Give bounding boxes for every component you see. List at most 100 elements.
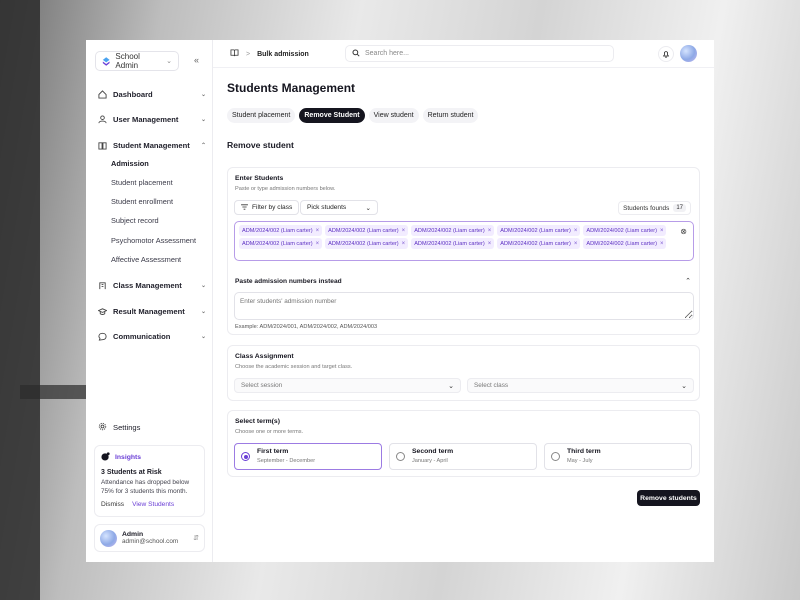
admission-numbers-input[interactable] bbox=[234, 292, 694, 320]
term-name: Second term bbox=[412, 448, 454, 455]
tab-student-placement[interactable]: Student placement bbox=[227, 108, 296, 123]
class-select[interactable]: Select class ⌄ bbox=[467, 378, 694, 393]
clear-all-icon[interactable]: ⊗ bbox=[680, 227, 687, 236]
nav-dashboard[interactable]: Dashboard ⌄ bbox=[98, 86, 206, 102]
remove-chip-icon[interactable]: × bbox=[488, 228, 492, 234]
main-content: > Bulk admission Search here... Students… bbox=[213, 40, 714, 562]
chevron-up-icon[interactable]: ⌃ bbox=[685, 277, 691, 285]
student-chip[interactable]: ADM/2024/002 (Liam carter) × bbox=[411, 225, 495, 236]
insight-title: 3 Students at Risk bbox=[101, 469, 162, 476]
student-chip[interactable]: ADM/2024/002 (Liam carter) × bbox=[239, 238, 323, 249]
sub-subject-record[interactable]: Subject record bbox=[111, 214, 159, 226]
chip-label: ADM/2024/002 (Liam carter) bbox=[328, 227, 399, 234]
radio-button[interactable] bbox=[396, 452, 405, 461]
nav-communication[interactable]: Communication ⌄ bbox=[98, 328, 206, 344]
remove-chip-icon[interactable]: × bbox=[488, 241, 492, 247]
collapse-sidebar-icon[interactable]: « bbox=[194, 55, 199, 65]
tab-return-student[interactable]: Return student bbox=[422, 108, 479, 123]
remove-students-button[interactable]: Remove students bbox=[637, 490, 700, 506]
background-shadow bbox=[0, 0, 40, 600]
student-chip[interactable]: ADM/2024/002 (Liam carter) × bbox=[411, 238, 495, 249]
nav-label: User Management bbox=[113, 114, 179, 124]
remove-chip-icon[interactable]: × bbox=[574, 241, 578, 247]
sub-student-enrollment[interactable]: Student enrollment bbox=[111, 195, 173, 207]
chip-label: ADM/2024/002 (Liam carter) bbox=[414, 240, 485, 247]
user-menu[interactable]: Admin admin@school.com ⇵ bbox=[94, 524, 205, 552]
book-open-icon[interactable] bbox=[230, 49, 239, 59]
student-chip[interactable]: ADM/2024/002 (Liam carter) × bbox=[583, 225, 667, 236]
student-chip[interactable]: ADM/2024/002 (Liam carter) × bbox=[325, 225, 409, 236]
view-students-link[interactable]: View Students bbox=[132, 501, 174, 508]
search-bar[interactable]: Search here... bbox=[345, 45, 614, 62]
students-chip-input[interactable]: ADM/2024/002 (Liam carter) × ADM/2024/002 … bbox=[234, 221, 694, 261]
tab-view-student[interactable]: View student bbox=[368, 108, 419, 123]
breadcrumb-current[interactable]: Bulk admission bbox=[257, 51, 309, 58]
term-option-first[interactable]: First term September - December bbox=[234, 443, 382, 470]
chevron-down-icon: ⌄ bbox=[200, 333, 206, 340]
section-title: Remove student bbox=[227, 140, 294, 150]
nav-class-management[interactable]: Class Management ⌄ bbox=[98, 277, 206, 293]
chevron-right-icon: > bbox=[246, 50, 251, 58]
app-window: School Admin ⌄ « Dashboard ⌄ User Manage… bbox=[86, 40, 714, 562]
dismiss-link[interactable]: Dismiss bbox=[101, 501, 124, 508]
card-title: Select term(s) bbox=[235, 418, 280, 425]
tab-remove-student[interactable]: Remove Student bbox=[299, 108, 365, 123]
session-select[interactable]: Select session ⌄ bbox=[234, 378, 461, 393]
chevron-down-icon: ⌄ bbox=[681, 382, 687, 390]
chip-label: ADM/2024/002 (Liam carter) bbox=[242, 240, 313, 247]
pick-students-select[interactable]: Pick students ⌄ bbox=[300, 200, 378, 215]
chevron-down-icon: ⌄ bbox=[200, 282, 206, 289]
select-terms-card: Select term(s) Choose one or more terms.… bbox=[227, 410, 700, 477]
topbar: > Bulk admission Search here... bbox=[213, 40, 714, 68]
sub-affective-assessment[interactable]: Affective Assessment bbox=[111, 253, 181, 265]
student-chip[interactable]: ADM/2024/002 (Liam carter) × bbox=[239, 225, 323, 236]
settings-label: Settings bbox=[113, 423, 141, 432]
sub-student-placement[interactable]: Student placement bbox=[111, 176, 173, 188]
insight-description: Attendance has dropped below 75% for 3 s… bbox=[101, 479, 190, 495]
breadcrumb: > Bulk admission bbox=[230, 49, 309, 59]
pick-label: Pick students bbox=[307, 204, 347, 211]
card-title: Class Assignment bbox=[235, 353, 294, 360]
page-title: Students Management bbox=[227, 81, 356, 95]
user-email: admin@school.com bbox=[122, 538, 179, 545]
students-found-badge: Students founds 17 bbox=[618, 201, 691, 215]
student-chip[interactable]: ADM/2024/002 (Liam carter) × bbox=[497, 238, 581, 249]
term-dates: May - July bbox=[567, 458, 593, 464]
remove-chip-icon[interactable]: × bbox=[402, 241, 406, 247]
radio-button[interactable] bbox=[241, 452, 250, 461]
tab-bar: Student placement Remove Student View st… bbox=[227, 108, 479, 123]
profile-avatar[interactable] bbox=[680, 45, 697, 62]
term-dates: September - December bbox=[257, 458, 316, 464]
chevron-down-icon: ⌄ bbox=[448, 382, 454, 390]
search-input[interactable]: Search here... bbox=[365, 50, 409, 57]
student-chip[interactable]: ADM/2024/002 (Liam carter) × bbox=[497, 225, 581, 236]
remove-chip-icon[interactable]: × bbox=[574, 228, 578, 234]
sub-admission[interactable]: Admission bbox=[111, 157, 149, 169]
book-icon bbox=[98, 141, 107, 150]
nav-student-management[interactable]: Student Management ⌃ bbox=[98, 137, 206, 153]
term-name: Third term bbox=[567, 448, 601, 455]
filter-by-class-button[interactable]: Filter by class bbox=[234, 200, 300, 215]
term-option-third[interactable]: Third term May - July bbox=[544, 443, 692, 470]
org-switcher[interactable]: School Admin ⌄ bbox=[95, 51, 179, 71]
remove-chip-icon[interactable]: × bbox=[660, 241, 664, 247]
chevron-down-icon: ⌄ bbox=[166, 58, 172, 65]
remove-chip-icon[interactable]: × bbox=[660, 228, 664, 234]
chip-label: ADM/2024/002 (Liam carter) bbox=[414, 227, 485, 234]
student-chip[interactable]: ADM/2024/002 (Liam carter) × bbox=[325, 238, 409, 249]
nav-result-management[interactable]: Result Management ⌄ bbox=[98, 303, 206, 319]
term-option-second[interactable]: Second term January - April bbox=[389, 443, 537, 470]
remove-chip-icon[interactable]: × bbox=[316, 228, 320, 234]
remove-chip-icon[interactable]: × bbox=[316, 241, 320, 247]
sub-psychomotor-assessment[interactable]: Psychomotor Assessment bbox=[111, 234, 196, 246]
nav-user-management[interactable]: User Management ⌄ bbox=[98, 111, 206, 127]
radio-button[interactable] bbox=[551, 452, 560, 461]
home-icon bbox=[98, 89, 107, 99]
student-chip[interactable]: ADM/2024/002 (Liam carter) × bbox=[583, 238, 667, 249]
nav-settings[interactable]: Settings bbox=[98, 422, 140, 433]
chip-label: ADM/2024/002 (Liam carter) bbox=[586, 240, 657, 247]
building-icon bbox=[98, 281, 107, 290]
chip-label: ADM/2024/002 (Liam carter) bbox=[500, 240, 571, 247]
bell-icon[interactable] bbox=[658, 46, 674, 62]
remove-chip-icon[interactable]: × bbox=[402, 228, 406, 234]
